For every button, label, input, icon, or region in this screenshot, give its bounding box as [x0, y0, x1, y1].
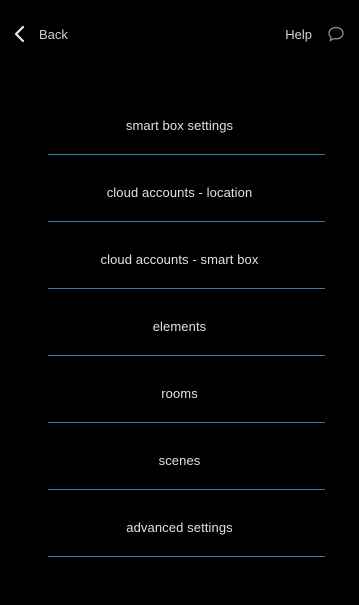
- settings-menu: smart box settings cloud accounts - loca…: [0, 93, 359, 562]
- menu-divider: [48, 422, 325, 423]
- menu-divider: [48, 221, 325, 222]
- menu-divider: [48, 154, 325, 155]
- menu-item-label: cloud accounts - smart box: [100, 252, 259, 267]
- menu-item-label: smart box settings: [125, 118, 234, 133]
- status-bar: [0, 0, 359, 10]
- menu-divider: [48, 556, 325, 557]
- top-bar: Back Help: [0, 16, 359, 50]
- menu-divider: [48, 489, 325, 490]
- menu-item-label: advanced settings: [126, 520, 233, 535]
- menu-item-label: scenes: [158, 453, 201, 468]
- menu-item-scenes[interactable]: scenes: [0, 428, 359, 495]
- menu-item-smart-box-settings[interactable]: smart box settings: [0, 93, 359, 160]
- chevron-left-icon: [13, 25, 27, 43]
- menu-item-elements[interactable]: elements: [0, 294, 359, 361]
- menu-item-label: cloud accounts - location: [106, 185, 253, 200]
- chat-bubble-icon: [327, 25, 345, 43]
- back-button[interactable]: Back: [13, 22, 68, 46]
- menu-item-label: rooms: [161, 386, 198, 401]
- help-button[interactable]: Help: [285, 22, 345, 46]
- menu-divider: [48, 355, 325, 356]
- menu-item-cloud-accounts-smart-box[interactable]: cloud accounts - smart box: [0, 227, 359, 294]
- menu-item-label: elements: [152, 319, 207, 334]
- menu-item-rooms[interactable]: rooms: [0, 361, 359, 428]
- help-label: Help: [285, 26, 312, 42]
- menu-item-cloud-accounts-location[interactable]: cloud accounts - location: [0, 160, 359, 227]
- menu-divider: [48, 288, 325, 289]
- menu-item-advanced-settings[interactable]: advanced settings: [0, 495, 359, 562]
- back-label: Back: [39, 26, 68, 42]
